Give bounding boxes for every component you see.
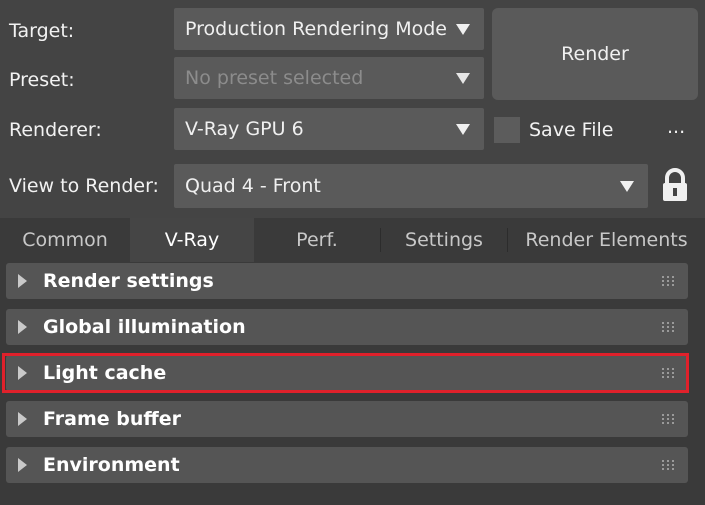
view-to-render-dropdown[interactable]: Quad 4 - Front — [174, 164, 648, 208]
tab-render-elements-label: Render Elements — [525, 229, 688, 251]
rollout-title: Global illumination — [43, 316, 246, 338]
grip-dots-icon[interactable] — [662, 322, 674, 332]
tab-vray-label: V-Ray — [164, 229, 220, 251]
rollout-title: Light cache — [43, 362, 167, 384]
rollout-title: Frame buffer — [43, 408, 182, 430]
preset-label: Preset: — [9, 69, 75, 91]
grip-dots-icon[interactable] — [662, 368, 674, 378]
tab-vray[interactable]: V-Ray — [130, 218, 254, 262]
tab-perf[interactable]: Perf. — [254, 218, 380, 262]
grip-dots-icon[interactable] — [662, 414, 674, 424]
triangle-right-icon — [18, 274, 27, 288]
target-label: Target: — [9, 20, 75, 42]
rollout-panel: Render settings Global illumination Ligh… — [0, 262, 705, 505]
preset-dropdown[interactable]: No preset selected — [174, 57, 484, 99]
triangle-down-icon — [456, 73, 470, 84]
browse-file-button[interactable]: ... — [667, 116, 685, 138]
triangle-right-icon — [18, 458, 27, 472]
triangle-right-icon — [18, 320, 27, 334]
triangle-down-icon — [620, 181, 634, 192]
render-button-label: Render — [561, 43, 629, 65]
view-to-render-label: View to Render: — [9, 175, 159, 197]
triangle-right-icon — [18, 366, 27, 380]
renderer-dropdown[interactable]: V-Ray GPU 6 — [174, 108, 484, 150]
grip-dots-icon[interactable] — [662, 460, 674, 470]
tab-bar: Common V-Ray Perf. Settings Render Eleme… — [0, 218, 705, 262]
tab-settings-label: Settings — [405, 229, 483, 251]
rollout-title: Environment — [43, 454, 180, 476]
rollout-environment[interactable]: Environment — [6, 447, 688, 483]
lock-icon[interactable] — [660, 168, 690, 204]
tab-perf-label: Perf. — [296, 229, 338, 251]
renderer-value: V-Ray GPU 6 — [185, 118, 304, 140]
triangle-down-icon — [456, 124, 470, 135]
target-value: Production Rendering Mode — [185, 18, 447, 40]
tab-common[interactable]: Common — [0, 218, 130, 262]
tab-render-elements[interactable]: Render Elements — [508, 218, 705, 262]
save-file-label[interactable]: Save File — [529, 119, 613, 141]
rollout-title: Render settings — [43, 270, 214, 292]
render-button[interactable]: Render — [492, 8, 698, 100]
rollout-global-illumination[interactable]: Global illumination — [6, 309, 688, 345]
rollout-frame-buffer[interactable]: Frame buffer — [6, 401, 688, 437]
rollout-render-settings[interactable]: Render settings — [6, 263, 688, 299]
target-dropdown[interactable]: Production Rendering Mode — [174, 8, 484, 50]
rollout-light-cache[interactable]: Light cache — [6, 355, 688, 391]
tab-settings[interactable]: Settings — [381, 218, 507, 262]
view-to-render-value: Quad 4 - Front — [185, 175, 321, 197]
preset-value: No preset selected — [185, 67, 364, 89]
grip-dots-icon[interactable] — [662, 276, 674, 286]
tab-common-label: Common — [22, 229, 108, 251]
triangle-right-icon — [18, 412, 27, 426]
renderer-label: Renderer: — [9, 119, 102, 141]
save-file-checkbox[interactable] — [494, 117, 520, 143]
triangle-down-icon — [456, 24, 470, 35]
